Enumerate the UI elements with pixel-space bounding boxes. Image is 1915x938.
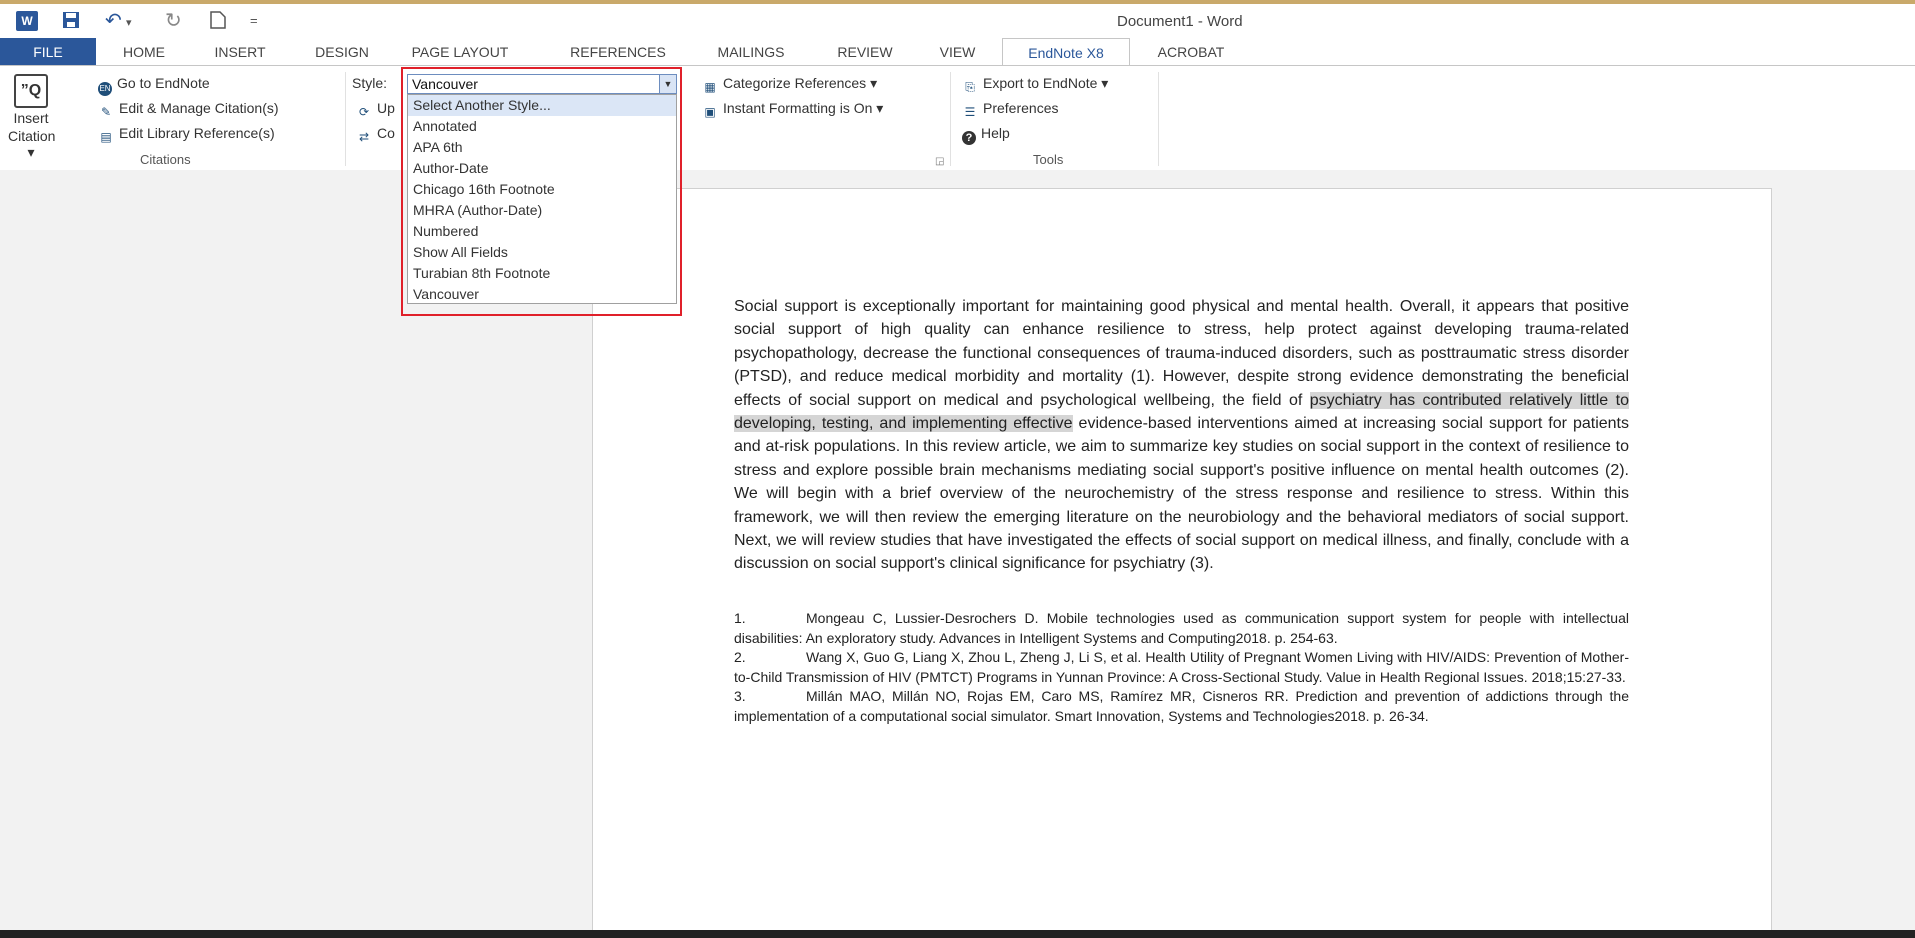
formatting-icon: ▣ xyxy=(704,105,716,119)
chevron-down-icon[interactable]: ▼ xyxy=(659,75,676,93)
tab-mailings[interactable]: MAILINGS xyxy=(702,38,800,66)
export-icon: ⎘ xyxy=(965,80,975,94)
undo-dropdown-icon[interactable]: ▾ xyxy=(126,13,132,33)
instant-formatting-label: Instant Formatting is On ▾ xyxy=(723,100,884,116)
body-paragraph[interactable]: Social support is exceptionally importan… xyxy=(734,295,1630,576)
update-icon: ⟳ xyxy=(358,105,370,119)
window-bottom-edge xyxy=(0,930,1915,938)
customize-icon[interactable]: = xyxy=(250,11,258,31)
insert-citation-button[interactable]: ”Q Insert Citation ▾ xyxy=(8,74,56,160)
style-option-vancouver[interactable]: Vancouver xyxy=(408,284,676,305)
style-label: Style: xyxy=(352,75,388,91)
save-icon[interactable] xyxy=(62,11,80,33)
tab-home[interactable]: HOME xyxy=(110,38,178,66)
reference-number: 2. xyxy=(734,649,746,665)
document-page[interactable]: Social support is exceptionally importan… xyxy=(592,188,1772,934)
tools-group-label: Tools xyxy=(1033,152,1064,167)
help-label: Help xyxy=(981,125,1010,141)
go-to-endnote-button[interactable]: EN Go to EndNote xyxy=(98,74,210,96)
window-title: Document1 - Word xyxy=(1117,13,1243,30)
reference-list: 1. Mongeau C, Lussier-Desrochers D. Mobil… xyxy=(734,609,1629,726)
undo-icon[interactable]: ↶ xyxy=(105,11,122,31)
insert-citation-label-2: Citation ▾ xyxy=(8,128,56,160)
style-select[interactable]: Vancouver ▼ xyxy=(407,74,677,94)
dialog-launcher-icon[interactable]: ◲ xyxy=(935,156,944,167)
style-dropdown-list: Select Another Style... Annotated APA 6t… xyxy=(407,94,677,304)
style-option-turabian[interactable]: Turabian 8th Footnote xyxy=(408,263,676,284)
style-option-show-all-fields[interactable]: Show All Fields xyxy=(408,242,676,263)
insert-citation-label-1: Insert xyxy=(13,110,49,126)
group-separator xyxy=(345,72,346,166)
style-option-chicago-16th[interactable]: Chicago 16th Footnote xyxy=(408,179,676,200)
preferences-icon: ☰ xyxy=(964,105,976,119)
ribbon-tabs: FILE HOME INSERT DESIGN PAGE LAYOUT REFE… xyxy=(0,38,1915,66)
title-bar: W ↶ ▾ ↻ = Document1 - Word xyxy=(0,4,1915,38)
new-document-icon[interactable] xyxy=(210,11,226,33)
reference-text: Millán MAO, Millán NO, Rojas EM, Caro MS… xyxy=(734,688,1629,724)
ribbon-endnote: ”Q Insert Citation ▾ EN Go to EndNote ✎ Ed… xyxy=(0,65,1915,304)
redo-icon[interactable]: ↻ xyxy=(165,11,182,31)
update-citations-button[interactable]: ⟳ Up xyxy=(356,99,395,120)
group-separator xyxy=(1158,72,1159,166)
convert-icon: ⇄ xyxy=(358,130,370,144)
preferences-label: Preferences xyxy=(983,100,1059,116)
group-separator xyxy=(950,72,951,166)
convert-citations-button[interactable]: ⇄ Co xyxy=(356,124,395,145)
help-icon: ? xyxy=(962,131,976,145)
reference-item[interactable]: 1. Mongeau C, Lussier-Desrochers D. Mobil… xyxy=(734,609,1629,648)
reference-item[interactable]: 2. Wang X, Guo G, Liang X, Zhou L, Zheng … xyxy=(734,648,1629,687)
edit-manage-label: Edit & Manage Citation(s) xyxy=(119,100,279,116)
reference-text: Wang X, Guo G, Liang X, Zhou L, Zheng J,… xyxy=(734,649,1629,685)
endnote-icon: EN xyxy=(98,82,112,96)
word-logo-icon[interactable]: W xyxy=(16,11,38,31)
document-canvas[interactable]: Social support is exceptionally importan… xyxy=(0,170,1915,934)
update-label: Up xyxy=(377,100,395,116)
edit-library-label: Edit Library Reference(s) xyxy=(119,125,275,141)
instant-formatting-button[interactable]: ▣ Instant Formatting is On ▾ xyxy=(702,99,883,120)
export-to-endnote-button[interactable]: ⎘ Export to EndNote ▾ xyxy=(962,74,1108,95)
tab-insert[interactable]: INSERT xyxy=(200,38,280,66)
reference-number: 1. xyxy=(734,610,746,626)
export-label: Export to EndNote ▾ xyxy=(983,75,1109,91)
go-to-endnote-label: Go to EndNote xyxy=(117,75,210,91)
convert-label: Co xyxy=(377,125,395,141)
reference-number: 3. xyxy=(734,688,746,704)
tab-review[interactable]: REVIEW xyxy=(825,38,905,66)
style-select-value: Vancouver xyxy=(412,76,478,92)
edit-citation-icon: ✎ xyxy=(100,105,112,119)
library-icon: ▤ xyxy=(100,130,112,144)
word-window: W ↶ ▾ ↻ = Document1 - Word FILE HOME INS… xyxy=(0,4,1915,934)
style-option-mhra[interactable]: MHRA (Author-Date) xyxy=(408,200,676,221)
preferences-button[interactable]: ☰ Preferences xyxy=(962,99,1059,120)
style-option-author-date[interactable]: Author-Date xyxy=(408,158,676,179)
citations-group-label: Citations xyxy=(140,152,191,167)
tab-page-layout[interactable]: PAGE LAYOUT xyxy=(400,38,520,66)
edit-library-reference-button[interactable]: ▤ Edit Library Reference(s) xyxy=(98,124,275,145)
tab-endnote-x8[interactable]: EndNote X8 xyxy=(1002,38,1130,66)
categorize-references-button[interactable]: ▦ Categorize References ▾ xyxy=(702,74,877,95)
categorize-icon: ▦ xyxy=(704,80,716,94)
categorize-label: Categorize References ▾ xyxy=(723,75,878,91)
insert-citation-icon: ”Q xyxy=(14,74,48,108)
help-button[interactable]: ? Help xyxy=(962,124,1010,145)
tab-view[interactable]: VIEW xyxy=(925,38,990,66)
tab-references[interactable]: REFERENCES xyxy=(558,38,678,66)
reference-item[interactable]: 3. Millán MAO, Millán NO, Rojas EM, Caro … xyxy=(734,687,1629,726)
paragraph-text-end: evidence-based interventions aimed at in… xyxy=(734,415,1629,573)
style-option-apa-6th[interactable]: APA 6th xyxy=(408,137,676,158)
style-option-annotated[interactable]: Annotated xyxy=(408,116,676,137)
tab-design[interactable]: DESIGN xyxy=(302,38,382,66)
edit-manage-citations-button[interactable]: ✎ Edit & Manage Citation(s) xyxy=(98,99,279,120)
tab-acrobat[interactable]: ACROBAT xyxy=(1143,38,1239,66)
reference-text: Mongeau C, Lussier-Desrochers D. Mobile … xyxy=(734,610,1629,646)
tab-file[interactable]: FILE xyxy=(0,38,96,66)
style-option-numbered[interactable]: Numbered xyxy=(408,221,676,242)
style-option-select-another[interactable]: Select Another Style... xyxy=(408,95,676,116)
